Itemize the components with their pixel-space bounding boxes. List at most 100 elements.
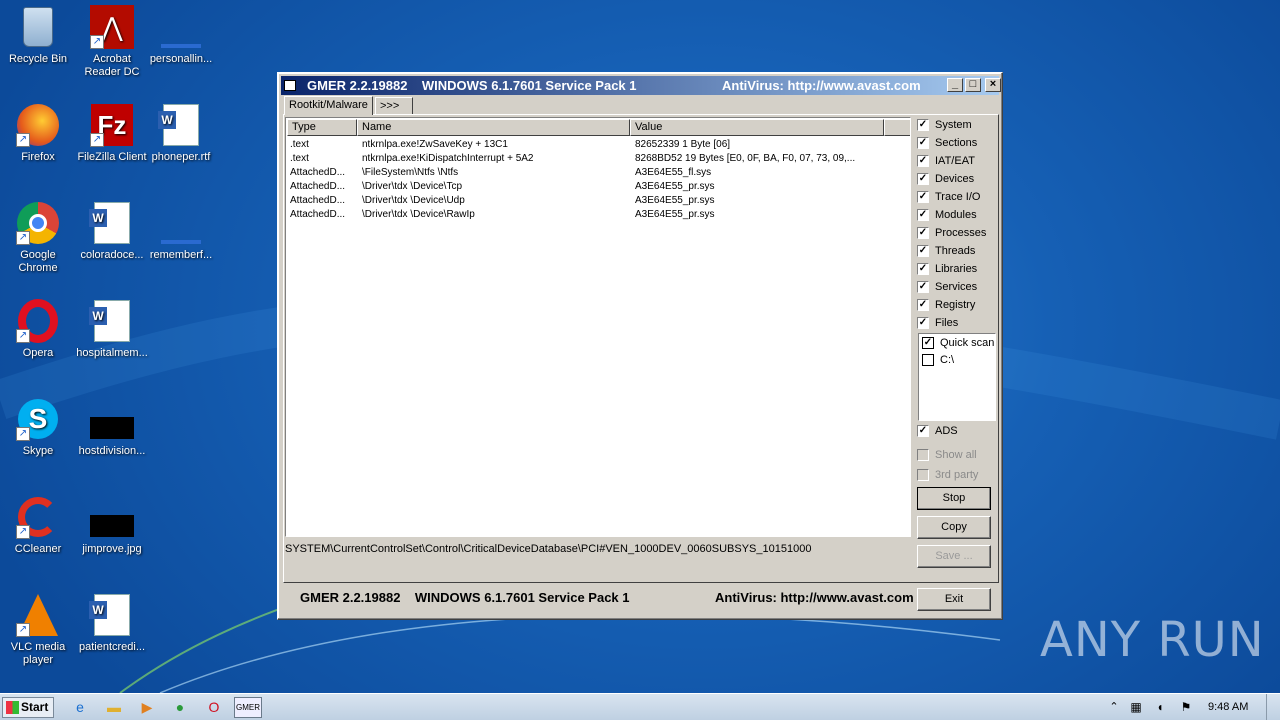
table-row[interactable]: AttachedD... \Driver\tdx \Device\Tcp A3E64… (286, 180, 910, 194)
save-button[interactable]: Save ... (917, 545, 991, 568)
desktop-icon-opera[interactable]: ↗ Opera (0, 299, 76, 360)
checkbox-icon: ✓ (917, 155, 929, 167)
media-player-icon[interactable]: ▶ (135, 697, 159, 718)
checkbox-label: Sections (935, 137, 978, 149)
explorer-icon[interactable]: ▬ (102, 697, 126, 718)
checkbox-icon: ✓ (917, 209, 929, 221)
tab-more[interactable]: >>> (375, 97, 413, 115)
checkbox-label: Devices (935, 173, 975, 185)
table-row[interactable]: .text ntkrnlpa.exe!ZwSaveKey + 13C1 826523… (286, 138, 910, 152)
footer-version: GMER 2.2.19882 WINDOWS 6.1.7601 Service … (300, 590, 630, 605)
copy-button[interactable]: Copy (917, 516, 991, 539)
checkbox-icon: ✓ (917, 299, 929, 311)
desktop-icon-label: Skype (22, 445, 54, 457)
shortcut-arrow-icon: ↗ (16, 427, 30, 441)
checkbox-label: Quick scan (940, 337, 995, 349)
checkbox-icon: ✓ (917, 245, 929, 257)
desktop-icon-skype[interactable]: S ↗ Skype (0, 397, 76, 458)
table-row[interactable]: .text ntkrnlpa.exe!KiDispatchInterrupt + … (286, 152, 910, 166)
table-row[interactable]: AttachedD... \FileSystem\Ntfs \Ntfs A3E64E… (286, 166, 910, 180)
desktop-icon-phoneper[interactable]: Wphoneper.rtf (143, 103, 219, 164)
gmer-window: GMER 2.2.19882 WINDOWS 6.1.7601 Service … (277, 72, 1003, 620)
column-type[interactable]: Type (287, 119, 357, 136)
checkbox-icon: ✓ (917, 281, 929, 293)
desktop-icon-label: Recycle Bin (8, 53, 68, 65)
desktop-icon-vlc[interactable]: ↗ VLC media player (0, 593, 76, 667)
checkbox-label: Processes (935, 227, 987, 239)
footer-antivirus: AntiVirus: http://www.avast.com (715, 590, 914, 605)
chrome-taskbar-icon[interactable]: ● (168, 697, 192, 718)
desktop-icon-ccleaner[interactable]: ↗ CCleaner (0, 495, 76, 556)
stop-button[interactable]: Stop (917, 487, 991, 510)
desktop-icon-label: Google Chrome (18, 249, 58, 274)
results-list[interactable]: Type Name Value .text ntkrnlpa.exe!ZwSave… (285, 117, 911, 537)
desktop-icon-chrome[interactable]: ↗ Google Chrome (0, 201, 76, 275)
checkbox-label: Libraries (935, 263, 978, 275)
table-row[interactable]: AttachedD... \Driver\tdx \Device\RawIp A3E… (286, 208, 910, 222)
tab-rootkit-malware[interactable]: Rootkit/Malware (284, 96, 373, 115)
cell-value: 8268BD52 19 Bytes [E0, 0F, BA, F0, 07, 7… (635, 153, 856, 164)
desktop-icon-label: VLC media player (10, 641, 66, 666)
window-title: GMER 2.2.19882 WINDOWS 6.1.7601 Service … (307, 78, 637, 93)
checkbox-icon: ✓ (917, 173, 929, 185)
desktop-icon-acrobat[interactable]: ⋀ ↗ Acrobat Reader DC (74, 5, 150, 79)
tray-expand-icon[interactable]: ⌃ (1106, 697, 1122, 718)
tray-volume-icon[interactable]: ◖ (1150, 697, 1170, 718)
shortcut-arrow-icon: ↗ (16, 623, 30, 637)
desktop-icon-hostdiv[interactable]: hostdivision... (74, 397, 150, 458)
desktop-icon-label: FileZilla Client (77, 151, 147, 163)
maximize-button[interactable]: □ (965, 78, 981, 92)
checkbox-icon: ✓ (917, 137, 929, 149)
show-desktop-button[interactable] (1266, 694, 1280, 720)
start-button[interactable]: Start (2, 697, 54, 718)
word-doc-icon: W (89, 299, 134, 343)
checkbox-label: Registry (935, 299, 976, 311)
gmer-taskbar-icon[interactable]: GMER (234, 697, 262, 718)
minimize-button[interactable]: _ (947, 78, 963, 92)
desktop-icon-label: CCleaner (14, 543, 62, 555)
desktop-icon-label: coloradoce... (80, 249, 144, 261)
opera-taskbar-icon[interactable]: O (202, 697, 226, 718)
anyrun-watermark: ANY RUN (1040, 612, 1265, 668)
desktop-icon-personal[interactable]: personallin... (143, 5, 219, 66)
desktop-icon-label: jimprove.jpg (82, 543, 142, 555)
table-row[interactable]: AttachedD... \Driver\tdx \Device\Udp A3E64… (286, 194, 910, 208)
checkbox-icon: ✓ (917, 317, 929, 329)
footer-info: GMER 2.2.19882 WINDOWS 6.1.7601 Service … (300, 590, 915, 605)
desktop-icon-remember[interactable]: rememberf... (143, 201, 219, 262)
cell-value: A3E64E55_pr.sys (635, 209, 715, 220)
title-bar[interactable]: GMER 2.2.19882 WINDOWS 6.1.7601 Service … (281, 76, 1001, 95)
cell-name: ntkrnlpa.exe!KiDispatchInterrupt + 5A2 (362, 153, 534, 164)
checkbox-icon: ✓ (922, 337, 934, 349)
file-icon (159, 201, 203, 245)
desktop-icon-label: Opera (22, 347, 54, 359)
column-name[interactable]: Name (357, 119, 630, 136)
desktop-icon-recycle[interactable]: Recycle Bin (0, 5, 76, 66)
desktop-icon-filezilla[interactable]: Fz ↗ FileZilla Client (74, 103, 150, 164)
column-value[interactable]: Value (630, 119, 884, 136)
desktop-icon-firefox[interactable]: ↗ Firefox (0, 103, 76, 164)
file-icon (159, 5, 203, 49)
shortcut-arrow-icon: ↗ (16, 231, 30, 245)
ie-icon[interactable]: e (68, 697, 92, 718)
cell-name: \Driver\tdx \Device\Udp (362, 195, 465, 206)
checkbox-label: System (935, 119, 972, 131)
exit-button[interactable]: Exit (917, 588, 991, 611)
desktop-icon-patient[interactable]: Wpatientcredi... (74, 593, 150, 654)
taskbar: Start e ▬ ▶ ● O GMER ⌃ ▦ ◖ ⚑ 9:48 AM (0, 693, 1280, 720)
desktop-icon-jimprove[interactable]: jimprove.jpg (74, 495, 150, 556)
desktop-icon-hospital[interactable]: Whospitalmem... (74, 299, 150, 360)
desktop-icon-label: hostdivision... (78, 445, 146, 457)
checkbox-icon: ✓ (917, 119, 929, 131)
tray-flag-icon[interactable]: ⚑ (1176, 697, 1196, 718)
desktop-icon-label: rememberf... (149, 249, 213, 261)
clock[interactable]: 9:48 AM (1208, 701, 1248, 713)
checkbox-label: Trace I/O (935, 191, 981, 203)
cell-name: \Driver\tdx \Device\Tcp (362, 181, 463, 192)
filezilla-icon: Fz ↗ (90, 103, 134, 147)
column-extra[interactable] (884, 119, 910, 136)
desktop-icon-colorado[interactable]: Wcoloradoce... (74, 201, 150, 262)
close-button[interactable]: × (985, 78, 1001, 92)
tray-network-icon[interactable]: ▦ (1126, 697, 1146, 718)
opera-icon: ↗ (16, 299, 60, 343)
